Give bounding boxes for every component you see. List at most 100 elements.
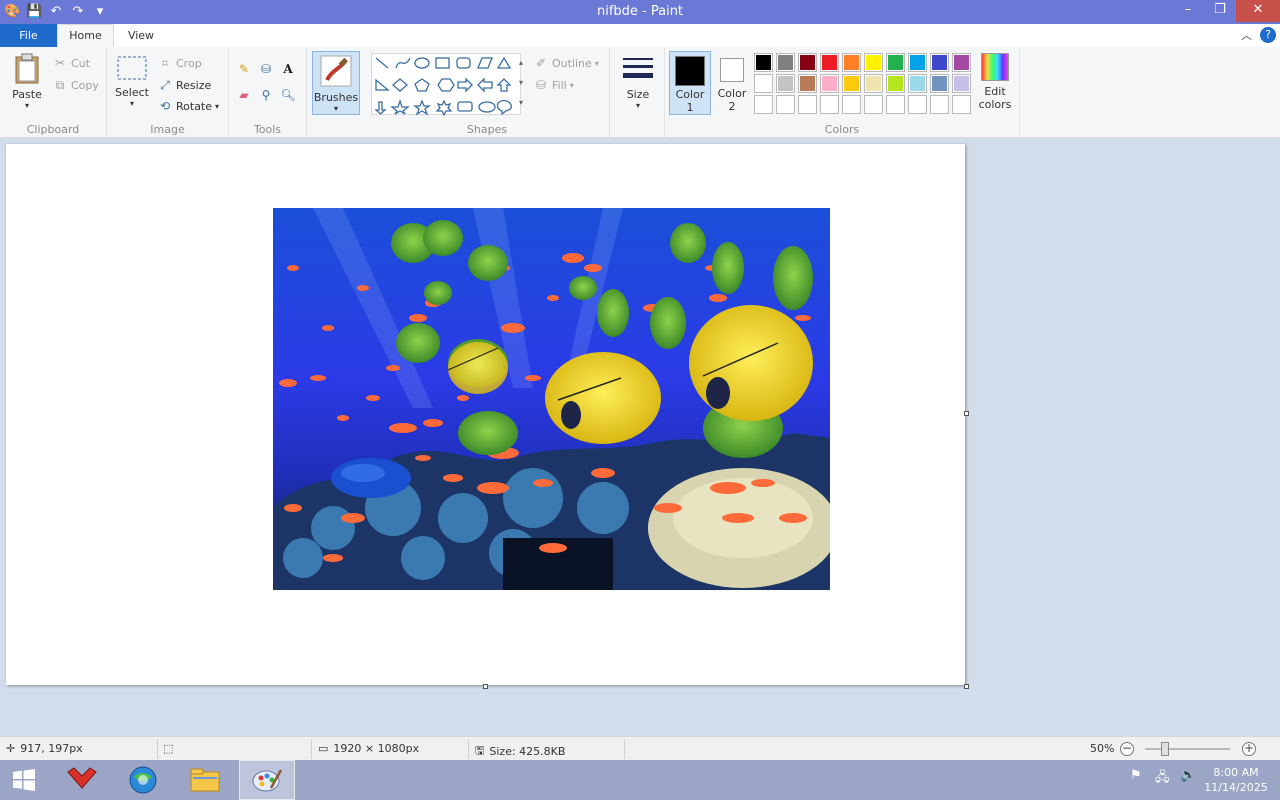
minimize-button[interactable]: – — [1172, 0, 1204, 22]
help-icon[interactable]: ? — [1260, 27, 1276, 43]
pasted-fish-image[interactable] — [273, 208, 830, 590]
cut-button[interactable]: ✂ Cut — [52, 55, 90, 71]
tab-file[interactable]: File — [0, 24, 57, 47]
palette-swatch[interactable] — [930, 74, 949, 93]
pencil-icon[interactable]: ✎ — [236, 61, 252, 77]
select-label: Select — [115, 86, 149, 99]
edit-colors-button[interactable]: Edit colors — [975, 53, 1015, 111]
palette-swatch[interactable] — [820, 53, 839, 72]
palette-swatch[interactable] — [776, 53, 795, 72]
text-tool-icon[interactable]: A — [280, 61, 296, 77]
palette-custom-slot[interactable] — [952, 95, 971, 114]
network-icon[interactable]: 🖧 — [1155, 768, 1170, 790]
clipboard-group-label: Clipboard — [26, 123, 80, 136]
drawing-canvas[interactable] — [6, 144, 965, 685]
zoom-slider-thumb[interactable] — [1161, 742, 1169, 756]
colors-group-label: Colors — [824, 123, 860, 136]
palette-custom-slot[interactable] — [754, 95, 773, 114]
palette-custom-slot[interactable] — [908, 95, 927, 114]
palette-swatch[interactable] — [754, 53, 773, 72]
fill-button[interactable]: ⛁ Fill ▾ — [533, 77, 574, 93]
brushes-button[interactable]: Brushes ▾ — [312, 51, 360, 115]
color-spectrum-icon — [981, 53, 1009, 81]
color-picker-icon[interactable]: ⚲ — [258, 87, 274, 103]
shapes-gallery[interactable] — [371, 53, 521, 117]
image-size-icon: ▭ — [318, 742, 329, 755]
volume-icon[interactable]: 🔈 — [1180, 768, 1196, 783]
copy-button[interactable]: ⧉ Copy — [52, 77, 99, 93]
palette-custom-slot[interactable] — [930, 95, 949, 114]
image-dimensions: ▭ 1920 × 1080px — [318, 742, 419, 755]
zoom-slider-track[interactable] — [1145, 748, 1230, 750]
tab-home[interactable]: Home — [57, 24, 114, 47]
palette-swatch[interactable] — [842, 74, 861, 93]
crop-button[interactable]: ⌗ Crop — [157, 55, 202, 71]
start-button[interactable] — [0, 760, 48, 800]
palette-swatch[interactable] — [864, 53, 883, 72]
palette-swatch[interactable] — [886, 74, 905, 93]
browser-globe-icon — [129, 766, 157, 794]
resize-handle-bottom[interactable] — [483, 684, 488, 689]
paste-icon — [15, 53, 39, 84]
disk-icon: 🖫 — [475, 744, 485, 757]
palette-custom-slot[interactable] — [842, 95, 861, 114]
palette-swatch[interactable] — [798, 53, 817, 72]
taskbar-app-1[interactable] — [54, 760, 110, 800]
palette-swatch[interactable] — [798, 74, 817, 93]
palette-swatch[interactable] — [864, 74, 883, 93]
rotate-icon: ⟲ — [159, 99, 171, 113]
palette-swatch[interactable] — [886, 53, 905, 72]
image-dimensions-text: 1920 × 1080px — [333, 742, 420, 755]
paste-button[interactable]: Paste ▾ — [8, 53, 46, 110]
resize-icon: ⤢ — [160, 78, 170, 92]
palette-swatch[interactable] — [776, 74, 795, 93]
fill-bucket-icon[interactable]: ⛁ — [258, 61, 274, 77]
resize-handle-right[interactable] — [964, 411, 969, 416]
taskbar: ⚑ 🖧 🔈 8:00 AM 11/14/2025 — [0, 760, 1280, 800]
resize-handle-corner[interactable] — [964, 684, 969, 689]
coral-reef-fish-picture — [273, 208, 830, 590]
shapes-scroll[interactable]: ▴ ▾ ▾ — [515, 53, 527, 115]
size-button[interactable]: Size ▾ — [618, 55, 658, 110]
rotate-button[interactable]: ⟲ Rotate ▾ — [157, 98, 219, 114]
palette-custom-slot[interactable] — [820, 95, 839, 114]
select-button[interactable]: Select ▾ — [113, 55, 151, 108]
taskbar-paint[interactable] — [239, 760, 295, 800]
palette-swatch[interactable] — [952, 53, 971, 72]
brushes-group: Brushes ▾ — [307, 47, 365, 138]
canvas-area[interactable] — [0, 139, 1280, 736]
tab-view[interactable]: View — [115, 24, 167, 47]
resize-button[interactable]: ⤢ Resize — [157, 77, 211, 93]
palette-custom-slot[interactable] — [798, 95, 817, 114]
action-center-icon[interactable]: ⚑ — [1130, 768, 1142, 783]
title-bar: 🎨 💾 ↶ ↷ ▾ nifbde - Paint – ❐ ✕ — [0, 0, 1280, 24]
eraser-icon[interactable]: ▰ — [236, 87, 252, 103]
palette-swatch[interactable] — [842, 53, 861, 72]
palette-swatch[interactable] — [754, 74, 773, 93]
zoom-out-button[interactable]: − — [1120, 742, 1134, 756]
taskbar-file-explorer[interactable] — [177, 760, 233, 800]
magnifier-icon[interactable]: 🔍︎ — [280, 87, 296, 103]
zoom-in-button[interactable]: + — [1242, 742, 1256, 756]
taskbar-browser[interactable] — [115, 760, 171, 800]
palette-swatch[interactable] — [908, 74, 927, 93]
palette-swatch[interactable] — [820, 74, 839, 93]
palette-custom-slot[interactable] — [864, 95, 883, 114]
palette-custom-slot[interactable] — [776, 95, 795, 114]
palette-swatch[interactable] — [952, 74, 971, 93]
image-group: Select ▾ ⌗ Crop ⤢ Resize ⟲ Rotate ▾ Imag… — [107, 47, 229, 138]
close-button[interactable]: ✕ — [1236, 0, 1280, 22]
rotate-label: Rotate — [176, 99, 213, 113]
palette-swatch[interactable] — [930, 53, 949, 72]
outline-button[interactable]: ✐ Outline ▾ — [533, 55, 599, 71]
restore-button[interactable]: ❐ — [1204, 0, 1236, 22]
taskbar-clock[interactable]: 8:00 AM 11/14/2025 — [1200, 765, 1272, 795]
color2-button[interactable]: Color 2 — [713, 51, 751, 115]
collapse-ribbon-icon[interactable]: ︿ — [1241, 27, 1252, 43]
brushes-label: Brushes — [313, 91, 359, 104]
clipboard-group: Paste ▾ ✂ Cut ⧉ Copy Clipboard — [0, 47, 107, 138]
tools-group: ✎ ⛁ A ▰ ⚲ 🔍︎ Tools — [229, 47, 307, 138]
color1-button[interactable]: Color 1 — [669, 51, 711, 115]
palette-custom-slot[interactable] — [886, 95, 905, 114]
palette-swatch[interactable] — [908, 53, 927, 72]
